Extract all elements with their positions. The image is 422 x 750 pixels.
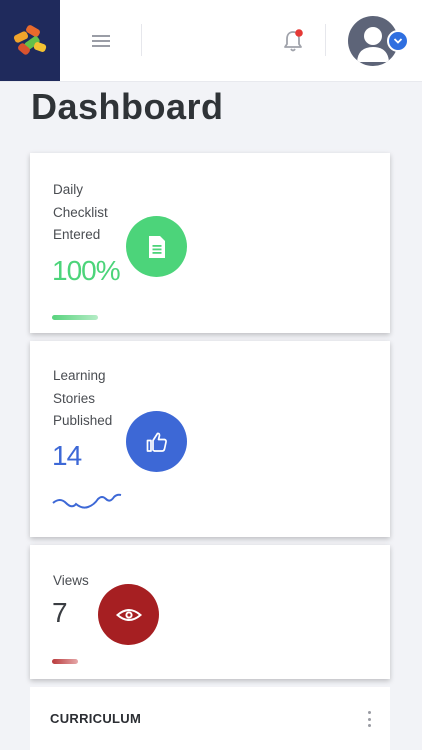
card-value: 100% <box>52 255 121 286</box>
card-label: Daily Checklist Entered <box>53 182 108 242</box>
more-vertical-icon[interactable] <box>365 711 373 727</box>
header-divider <box>325 24 326 56</box>
thumbs-up-icon <box>126 411 187 472</box>
curriculum-section: CURRICULUM <box>30 687 390 750</box>
hamburger-menu-icon[interactable] <box>84 24 118 58</box>
notification-bell-icon[interactable] <box>278 26 308 56</box>
logo-mark-icon <box>13 24 47 55</box>
progress-bar <box>52 315 98 320</box>
app-logo[interactable] <box>0 0 60 81</box>
document-icon <box>126 216 187 277</box>
section-title: CURRICULUM <box>50 711 142 726</box>
chevron-down-icon[interactable] <box>387 30 409 52</box>
stat-card-daily-checklist: Daily Checklist Entered 100% <box>30 153 390 333</box>
card-value: 7 <box>52 597 68 628</box>
top-bar <box>0 0 422 82</box>
eye-icon <box>98 584 159 645</box>
card-label: Learning Stories Published <box>53 368 113 428</box>
card-value: 14 <box>52 440 82 471</box>
stat-card-views: Views 7 <box>30 545 390 679</box>
trend-sparkline <box>52 493 122 509</box>
progress-bar <box>52 659 78 664</box>
notification-dot <box>295 29 303 37</box>
header-divider <box>141 24 142 56</box>
page-title: Dashboard <box>31 86 224 127</box>
stat-card-learning-stories: Learning Stories Published 14 <box>30 341 390 537</box>
